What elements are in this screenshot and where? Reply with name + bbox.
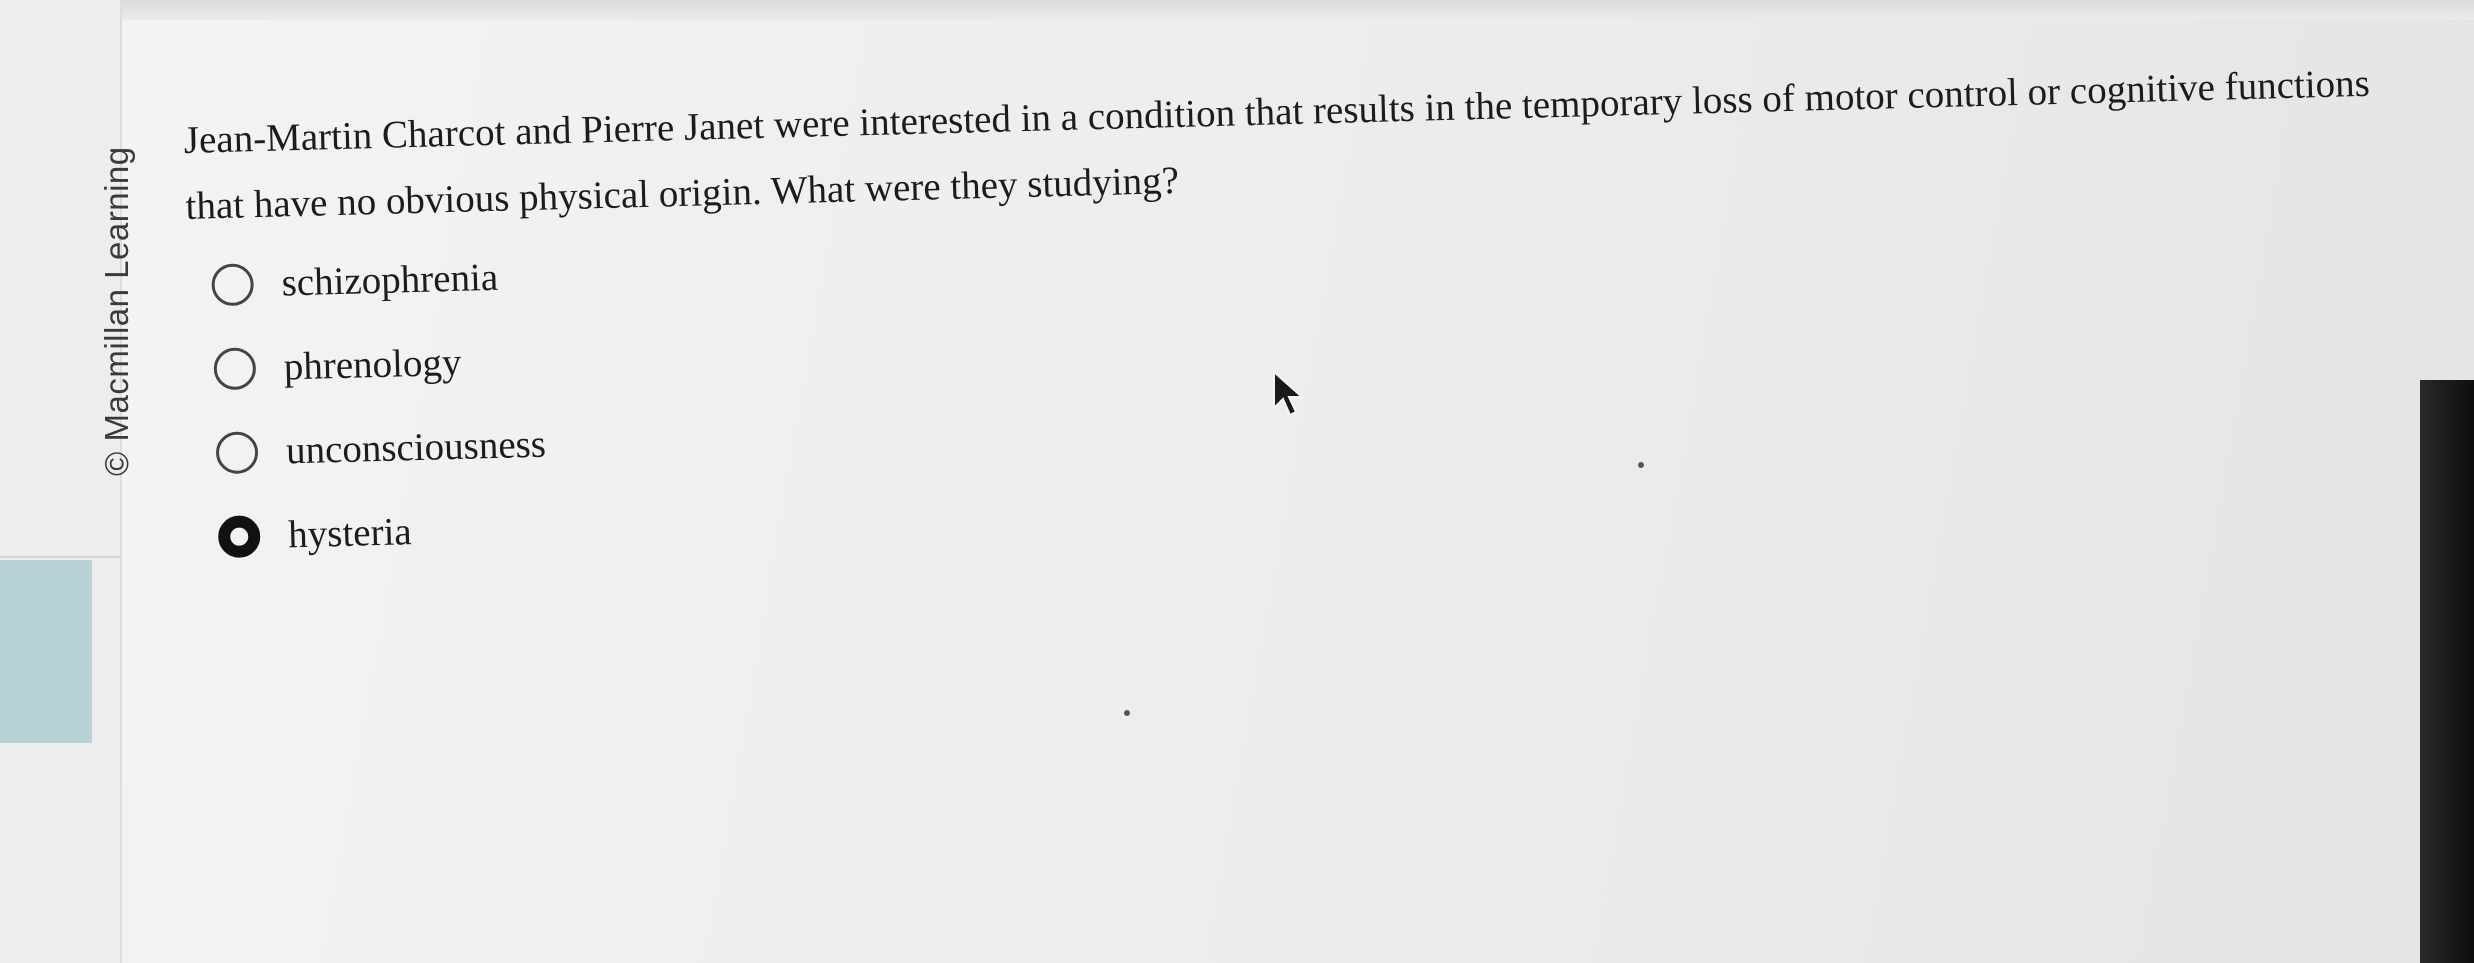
- screen-speck: [1638, 462, 1644, 468]
- radio-button-icon[interactable]: [211, 263, 255, 307]
- copyright-watermark: © Macmillan Learning: [98, 146, 135, 476]
- screen-speck: [1124, 710, 1130, 716]
- top-strip: [0, 0, 2474, 20]
- answer-options: schizophrenia phrenology unconsciousness…: [187, 185, 2435, 580]
- question-block: Jean-Martin Charcot and Pierre Janet wer…: [183, 49, 2435, 579]
- monitor-bezel-edge: [2420, 380, 2474, 963]
- mouse-pointer-icon: [1273, 370, 1305, 417]
- option-label: unconsciousness: [285, 422, 547, 473]
- radio-button-icon[interactable]: [215, 431, 259, 475]
- screen: © Macmillan Learning Jean-Martin Charcot…: [0, 0, 2474, 963]
- option-label: phrenology: [283, 340, 462, 389]
- radio-button-selected-icon[interactable]: [217, 515, 261, 559]
- option-label: hysteria: [287, 510, 413, 557]
- radio-button-icon[interactable]: [213, 347, 257, 391]
- left-rail: [0, 0, 122, 963]
- left-panel-tab[interactable]: [0, 560, 92, 743]
- left-panel-divider: [0, 556, 120, 558]
- option-label: schizophrenia: [281, 255, 499, 305]
